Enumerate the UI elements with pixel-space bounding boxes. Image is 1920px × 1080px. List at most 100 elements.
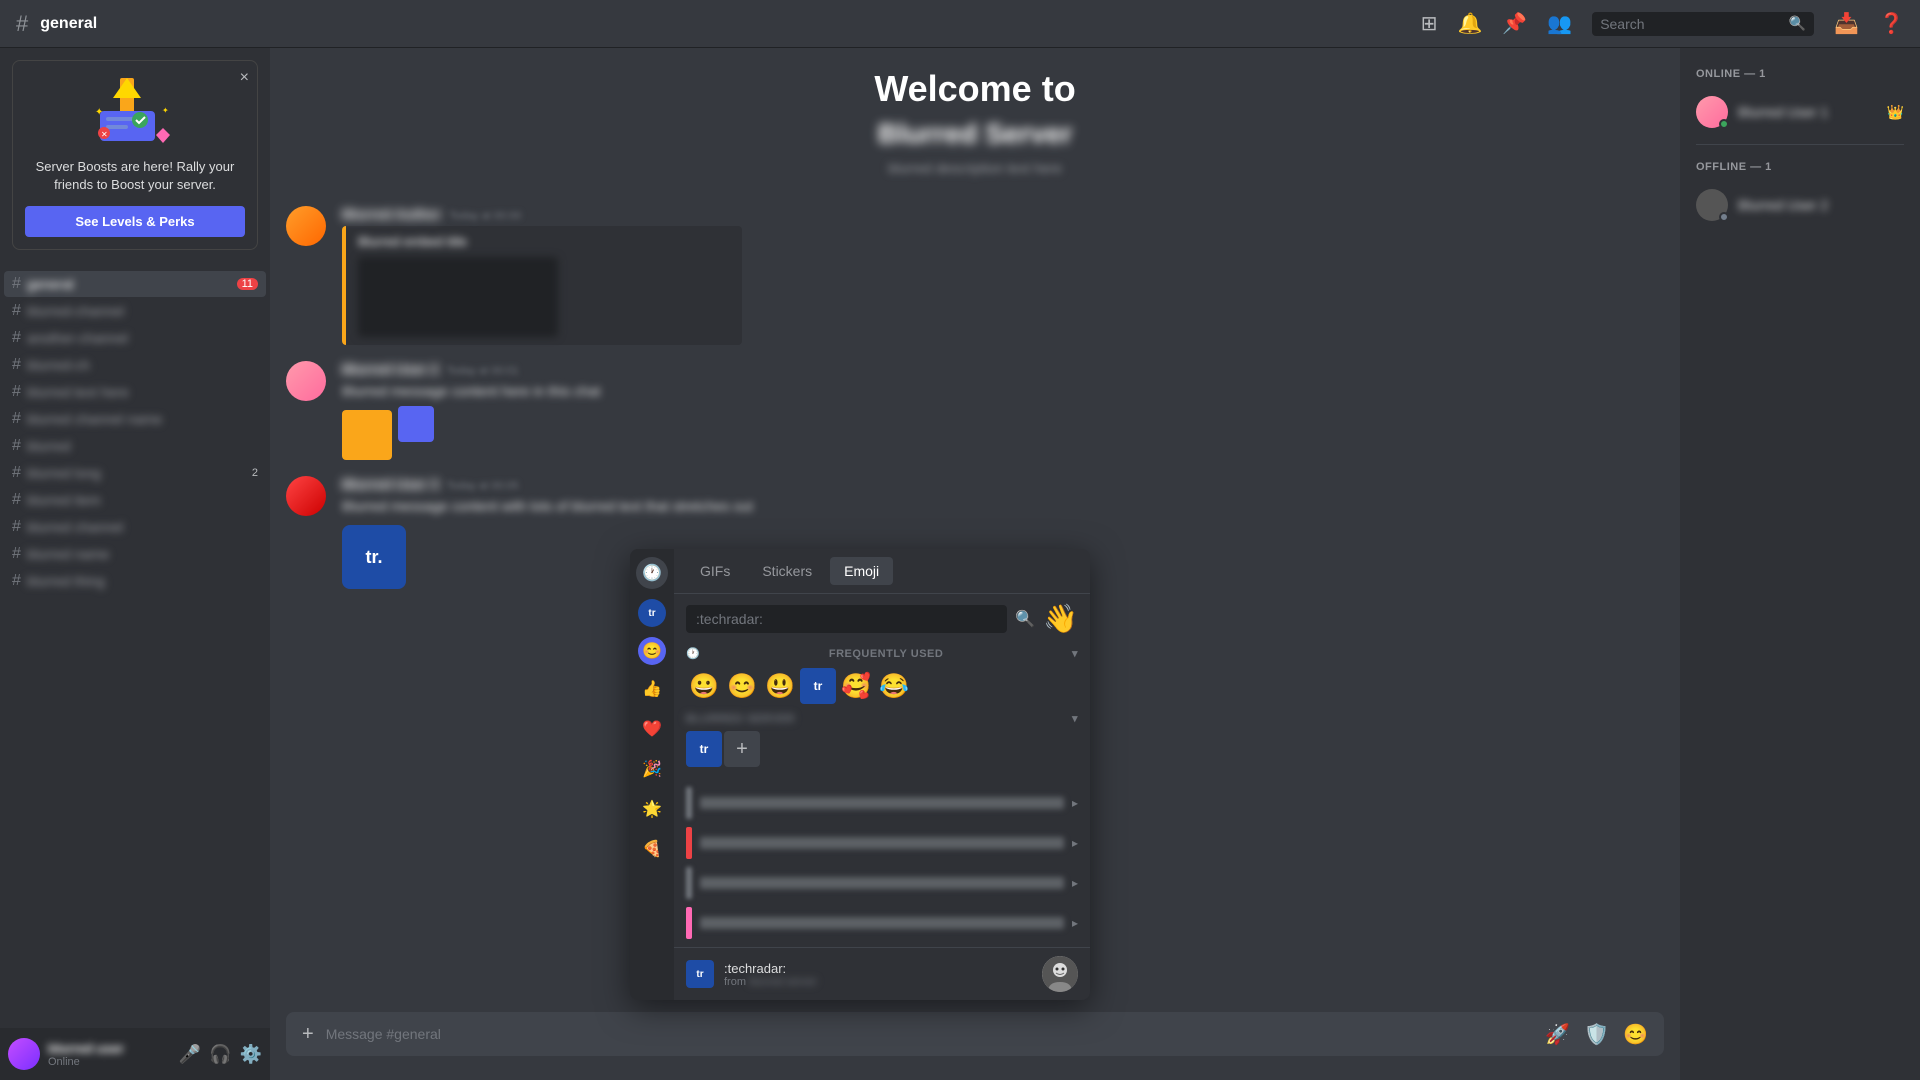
boost-illustration: ✦ ✦ ✕ bbox=[25, 73, 245, 148]
emoji-item[interactable]: 😃 bbox=[762, 668, 798, 704]
chevron-down-icon: ▾ bbox=[1072, 647, 1078, 660]
pinned-icon[interactable]: 📌 bbox=[1502, 11, 1527, 36]
channel-item-4[interactable]: # blurred-ch bbox=[4, 352, 266, 378]
message-group: Blurred Author Today at 00:00 Blurred em… bbox=[286, 206, 1664, 345]
emoji-footer-info: :techradar: from blurred server bbox=[724, 961, 817, 988]
avatar bbox=[8, 1038, 40, 1070]
shield-icon[interactable]: 🛡️ bbox=[1584, 1022, 1609, 1047]
emoji-tr-item[interactable]: tr bbox=[686, 731, 722, 767]
message-header: Blurred User 3 Today at 00:05 bbox=[342, 476, 1664, 492]
channel-item-3[interactable]: # another-channel bbox=[4, 325, 266, 351]
channel-item-name: blurred item bbox=[27, 492, 258, 508]
welcome-subtitle: Blurred Server bbox=[286, 118, 1664, 150]
emoji-footer-right bbox=[1042, 956, 1078, 992]
see-levels-perks-button[interactable]: See Levels & Perks bbox=[25, 206, 245, 237]
channel-item-10[interactable]: # blurred channel bbox=[4, 514, 266, 540]
channel-name: general bbox=[40, 15, 97, 33]
tab-gifs[interactable]: GIFs bbox=[686, 557, 744, 585]
emoji-item[interactable]: 🥰 bbox=[838, 668, 874, 704]
avatar-svg bbox=[1042, 956, 1078, 992]
welcome-desc: blurred description text here bbox=[286, 160, 1664, 176]
channel-item-general[interactable]: # general 11 bbox=[4, 271, 266, 297]
sidebar-emoji-2[interactable]: 👍 bbox=[636, 673, 668, 705]
sidebar-emoji-5[interactable]: 🌟 bbox=[636, 793, 668, 825]
search-box[interactable]: 🔍 bbox=[1592, 12, 1814, 36]
emoji-item[interactable]: 😊 bbox=[724, 668, 760, 704]
top-bar-icons: ⊞ 🔔 📌 👥 🔍 📥 ❓ bbox=[1421, 11, 1904, 36]
member-name: Blurred User 2 bbox=[1738, 197, 1828, 213]
sidebar-category-1[interactable]: tr bbox=[636, 597, 668, 629]
channel-item-name: another-channel bbox=[27, 330, 258, 346]
headset-icon[interactable]: 🎧 bbox=[209, 1044, 231, 1065]
list-item[interactable]: ▸ bbox=[686, 823, 1078, 863]
main-layout: × ✦ ✦ bbox=[0, 48, 1920, 1080]
message-author: Blurred User 2 bbox=[342, 361, 438, 377]
recently-used-icon[interactable]: 🕐 bbox=[636, 557, 668, 589]
list-item-icon: ▸ bbox=[1072, 796, 1078, 810]
emoji-item[interactable]: 😀 bbox=[686, 668, 722, 704]
help-icon[interactable]: ❓ bbox=[1879, 11, 1904, 36]
add-attachment-button[interactable]: + bbox=[302, 1023, 314, 1046]
message-author: Blurred User 3 bbox=[342, 476, 438, 492]
channel-item-12[interactable]: # blurred thing bbox=[4, 568, 266, 594]
threads-icon[interactable]: ⊞ bbox=[1421, 11, 1438, 36]
offline-members-label: OFFLINE — 1 bbox=[1688, 157, 1912, 177]
emoji-button[interactable]: 😊 bbox=[1623, 1022, 1648, 1047]
rocket-icon[interactable]: 🚀 bbox=[1545, 1022, 1570, 1047]
sidebar-emoji-6[interactable]: 🍕 bbox=[636, 833, 668, 865]
emoji-footer: tr :techradar: from blurred server bbox=[674, 947, 1090, 1000]
emoji-tr-item[interactable]: tr bbox=[800, 668, 836, 704]
avatar bbox=[1696, 189, 1728, 221]
sidebar-emoji-4[interactable]: 🎉 bbox=[636, 753, 668, 785]
emoji-footer-avatar bbox=[1042, 956, 1078, 992]
tr-sticker: tr. bbox=[342, 525, 406, 589]
boost-close-button[interactable]: × bbox=[240, 69, 249, 87]
channel-item-2[interactable]: # blurred-channel bbox=[4, 298, 266, 324]
list-item[interactable]: ▸ bbox=[686, 863, 1078, 903]
tab-stickers[interactable]: Stickers bbox=[748, 557, 826, 585]
search-icon: 🔍 bbox=[1789, 15, 1806, 32]
channel-hash-icon: # bbox=[12, 383, 21, 401]
channel-item-9[interactable]: # blurred item bbox=[4, 487, 266, 513]
sidebar-avatar-icon[interactable]: 😊 bbox=[638, 637, 666, 665]
channel-item-name: blurred-ch bbox=[27, 357, 258, 373]
channel-badge: 11 bbox=[237, 278, 258, 290]
list-item[interactable]: ▸ bbox=[686, 783, 1078, 823]
channel-hash-icon: # bbox=[12, 464, 21, 482]
list-item-icon: ▸ bbox=[1072, 876, 1078, 890]
sidebar-emoji-3[interactable]: ❤️ bbox=[636, 713, 668, 745]
reaction-row bbox=[342, 406, 1664, 460]
message-text: Blurred message content with lots of blu… bbox=[342, 496, 1664, 517]
list-item-icon: ▸ bbox=[1072, 916, 1078, 930]
channel-item-11[interactable]: # blurred name bbox=[4, 541, 266, 567]
emoji-item[interactable]: 😂 bbox=[876, 668, 912, 704]
add-emoji-button[interactable]: + bbox=[724, 731, 760, 767]
channel-hash-icon: # bbox=[12, 491, 21, 509]
right-sidebar: ONLINE — 1 Blurred User 1 👑 OFFLINE — 1 … bbox=[1680, 48, 1920, 1080]
mic-icon[interactable]: 🎤 bbox=[179, 1044, 201, 1065]
online-status-dot bbox=[1719, 119, 1729, 129]
inbox-icon[interactable]: 📥 bbox=[1834, 11, 1859, 36]
search-input[interactable] bbox=[1600, 16, 1783, 32]
list-item[interactable]: ▸ bbox=[686, 903, 1078, 943]
message-header: Blurred User 2 Today at 00:01 bbox=[342, 361, 1664, 377]
channel-item-5[interactable]: # blurred text here bbox=[4, 379, 266, 405]
member-item-offline[interactable]: Blurred User 2 bbox=[1688, 185, 1912, 225]
channel-item-7[interactable]: # blurred bbox=[4, 433, 266, 459]
channel-item-name: blurred long bbox=[27, 465, 246, 481]
wave-emoji[interactable]: 👋 bbox=[1043, 602, 1078, 635]
online-members-label: ONLINE — 1 bbox=[1688, 64, 1912, 84]
channel-item-8[interactable]: # blurred long 2 bbox=[4, 460, 266, 486]
members-icon[interactable]: 👥 bbox=[1547, 11, 1572, 36]
settings-icon[interactable]: ⚙️ bbox=[240, 1044, 262, 1065]
emoji-footer-tr: tr bbox=[686, 960, 714, 988]
emoji-category-frequently-used: 🕐 FREQUENTLY USED ▾ bbox=[674, 643, 1090, 664]
tab-emoji[interactable]: Emoji bbox=[830, 557, 893, 585]
emoji-search-input[interactable] bbox=[686, 605, 1007, 633]
channel-item-6[interactable]: # blurred channel name bbox=[4, 406, 266, 432]
notifications-icon[interactable]: 🔔 bbox=[1457, 11, 1482, 36]
offline-status-dot bbox=[1719, 212, 1729, 222]
member-item-online[interactable]: Blurred User 1 👑 bbox=[1688, 92, 1912, 132]
message-input[interactable] bbox=[326, 1026, 1534, 1042]
list-item-color bbox=[686, 867, 692, 899]
